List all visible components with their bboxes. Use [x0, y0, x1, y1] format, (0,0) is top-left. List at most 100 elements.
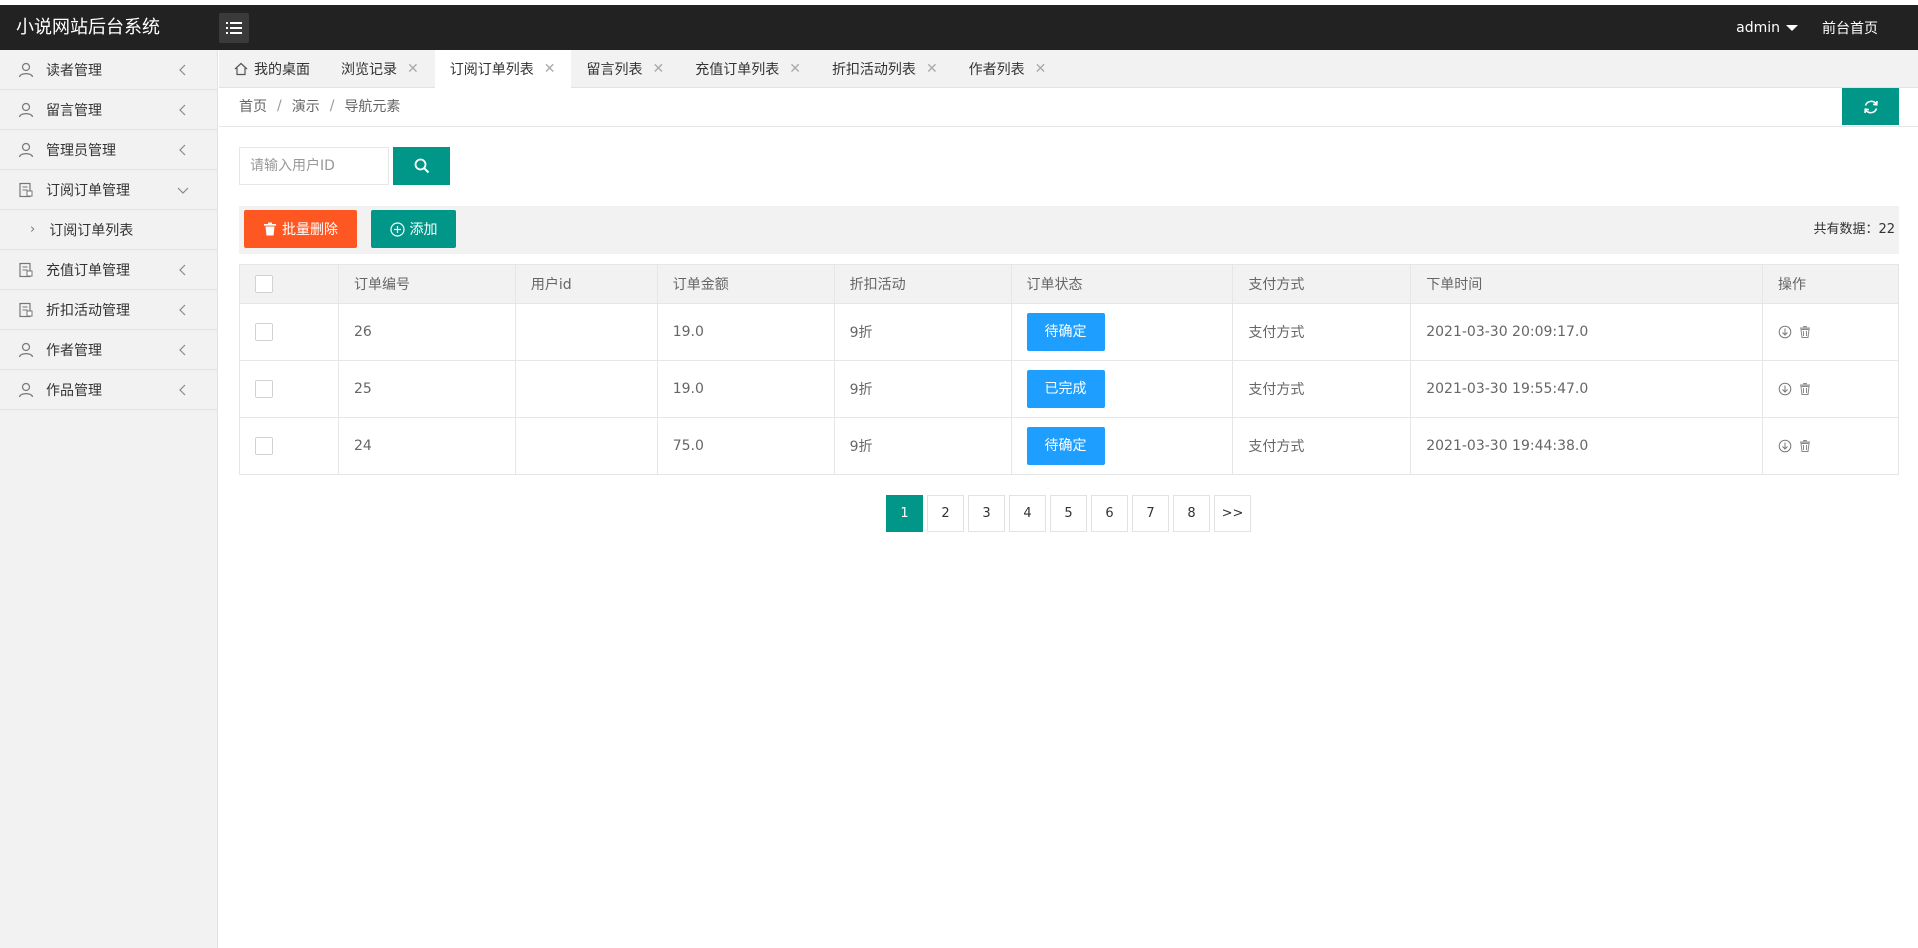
user-icon — [18, 382, 34, 398]
payment-method: 支付方式 — [1232, 360, 1412, 418]
discount: 9折 — [833, 417, 1012, 475]
tab-label: 充值订单列表 — [695, 62, 780, 78]
home-icon — [234, 62, 248, 76]
chevron-left-icon — [179, 344, 186, 356]
status-button[interactable]: 待确定 — [1026, 313, 1105, 351]
order-amount: 75.0 — [656, 417, 835, 475]
user-icon — [18, 142, 34, 158]
download-icon[interactable] — [1778, 382, 1792, 396]
tab-label: 折扣活动列表 — [831, 62, 916, 78]
refresh-button[interactable] — [1842, 88, 1899, 125]
column-header: 订单编号 — [337, 264, 516, 304]
trash-icon[interactable] — [1798, 439, 1812, 453]
row-checkbox[interactable] — [255, 380, 273, 398]
order-time: 2021-03-30 19:44:38.0 — [1410, 417, 1763, 475]
select-all-checkbox[interactable] — [255, 275, 273, 293]
tab-recharge-list[interactable]: 充值订单列表 ✕ — [680, 50, 817, 88]
trash-icon[interactable] — [1798, 325, 1812, 339]
page-button-2[interactable]: 2 — [927, 495, 964, 532]
user-icon — [18, 102, 34, 118]
page-button-1[interactable]: 1 — [886, 495, 923, 532]
sidebar: 读者管理 留言管理 管理员管理 订阅订单管理 › 订阅订单列表 充值订单管理 折… — [0, 50, 218, 948]
menu-toggle-button[interactable] — [219, 13, 249, 43]
column-header: 下单时间 — [1410, 264, 1763, 304]
row-checkbox[interactable] — [255, 437, 273, 455]
page-button-5[interactable]: 5 — [1050, 495, 1087, 532]
refresh-icon — [1863, 100, 1878, 113]
header-select-all[interactable] — [239, 264, 339, 304]
table-row: 24 75.0 9折 待确定 支付方式 2021-03-30 19:44:38.… — [239, 417, 1899, 475]
tab-discount-list[interactable]: 折扣活动列表 ✕ — [817, 50, 954, 88]
search-button[interactable] — [393, 147, 450, 185]
breadcrumb-current: 导航元素 — [344, 99, 401, 115]
table-row: 25 19.0 9折 已完成 支付方式 2021-03-30 19:55:47.… — [239, 360, 1899, 418]
frontend-home-link[interactable]: 前台首页 — [1822, 18, 1878, 38]
column-header: 订单金额 — [656, 264, 835, 304]
orders-table: 订单编号 用户id 订单金额 折扣活动 订单状态 支付方式 下单时间 操作 26… — [239, 264, 1899, 475]
chevron-left-icon — [179, 104, 186, 116]
user-id-search-input[interactable] — [239, 147, 389, 185]
actions-cell — [1762, 360, 1899, 418]
tab-author-list[interactable]: 作者列表 ✕ — [954, 50, 1063, 88]
menu-icon — [226, 22, 242, 34]
sidebar-item-label: 折扣活动管理 — [46, 302, 130, 319]
page-button-3[interactable]: 3 — [968, 495, 1005, 532]
page-button-4[interactable]: 4 — [1009, 495, 1046, 532]
sidebar-item-admins[interactable]: 管理员管理 — [0, 130, 217, 170]
close-icon[interactable]: ✕ — [544, 61, 556, 77]
chevron-left-icon — [179, 384, 186, 396]
tab-message-list[interactable]: 留言列表 ✕ — [571, 50, 680, 88]
close-icon[interactable]: ✕ — [652, 61, 664, 77]
trash-icon — [264, 222, 276, 236]
breadcrumb-home[interactable]: 首页 — [239, 96, 267, 116]
close-icon[interactable]: ✕ — [926, 61, 938, 77]
table-header-row: 订单编号 用户id 订单金额 折扣活动 订单状态 支付方式 下单时间 操作 — [239, 264, 1899, 304]
pagination: 1 2 3 4 5 6 7 8 >> — [886, 495, 1255, 532]
tab-my-desktop[interactable]: 我的桌面 — [219, 50, 326, 88]
page-button-8[interactable]: 8 — [1173, 495, 1210, 532]
add-label: 添加 — [409, 222, 438, 238]
add-button[interactable]: 添加 — [371, 210, 456, 248]
user-icon — [18, 342, 34, 358]
sidebar-item-messages[interactable]: 留言管理 — [0, 90, 217, 130]
close-icon[interactable]: ✕ — [789, 61, 801, 77]
sidebar-item-recharge-orders[interactable]: 充值订单管理 — [0, 250, 217, 290]
breadcrumb-demo[interactable]: 演示 — [292, 96, 320, 116]
row-select-cell — [239, 303, 339, 361]
close-icon[interactable]: ✕ — [1035, 61, 1047, 77]
sidebar-item-label: 订阅订单列表 — [49, 222, 134, 239]
status-button[interactable]: 待确定 — [1026, 427, 1105, 465]
tab-label: 作者列表 — [968, 62, 1025, 78]
sidebar-item-authors[interactable]: 作者管理 — [0, 330, 217, 370]
toolbar: 批量删除 添加 共有数据：22 — [239, 206, 1899, 254]
row-checkbox[interactable] — [255, 323, 273, 341]
status-cell: 已完成 — [1010, 360, 1234, 418]
sidebar-item-readers[interactable]: 读者管理 — [0, 50, 217, 90]
column-header: 操作 — [1762, 264, 1899, 304]
username: admin — [1736, 19, 1780, 36]
tab-subscription-list[interactable]: 订阅订单列表 ✕ — [434, 50, 572, 88]
chevron-right-icon: › — [30, 222, 36, 237]
sidebar-item-works[interactable]: 作品管理 — [0, 370, 217, 410]
page-button-7[interactable]: 7 — [1132, 495, 1169, 532]
top-bar: 小说网站后台系统 admin 前台首页 — [0, 5, 1918, 50]
status-button[interactable]: 已完成 — [1026, 370, 1105, 408]
user-menu[interactable]: admin — [1736, 20, 1798, 36]
sidebar-item-discounts[interactable]: 折扣活动管理 — [0, 290, 217, 330]
breadcrumb-separator: / — [277, 98, 282, 114]
column-header: 用户id — [514, 264, 658, 304]
order-id: 24 — [337, 417, 516, 475]
download-icon[interactable] — [1778, 325, 1792, 339]
next-page-button[interactable]: >> — [1214, 495, 1251, 532]
document-icon — [18, 182, 34, 198]
batch-delete-button[interactable]: 批量删除 — [244, 210, 357, 248]
sidebar-item-subscription-orders[interactable]: 订阅订单管理 — [0, 170, 217, 210]
page-button-6[interactable]: 6 — [1091, 495, 1128, 532]
tab-browse-history[interactable]: 浏览记录 ✕ — [326, 50, 435, 88]
trash-icon[interactable] — [1798, 382, 1812, 396]
download-icon[interactable] — [1778, 439, 1792, 453]
sidebar-item-label: 充值订单管理 — [46, 262, 130, 279]
sidebar-subitem-subscription-list[interactable]: › 订阅订单列表 — [0, 210, 217, 250]
order-amount: 19.0 — [656, 360, 835, 418]
close-icon[interactable]: ✕ — [407, 61, 419, 77]
